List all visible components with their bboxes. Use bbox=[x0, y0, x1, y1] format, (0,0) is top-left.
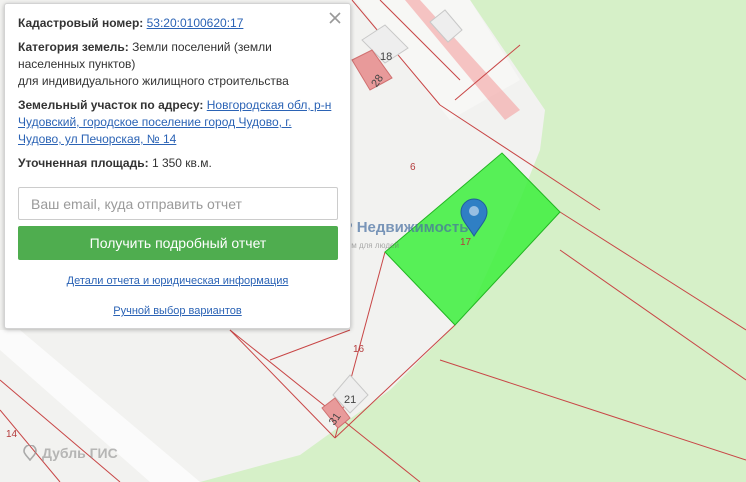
house-number-21: 21 bbox=[344, 394, 356, 406]
plot-number-6: 6 bbox=[410, 162, 416, 173]
area-label: Уточненная площадь: bbox=[18, 156, 149, 170]
plot-number-17: 17 bbox=[460, 237, 472, 248]
category-line-2: населенных пунктов) bbox=[18, 57, 136, 71]
map-provider-name: Дубль ГИС bbox=[42, 445, 118, 461]
area-value: 1 350 кв.м. bbox=[151, 156, 212, 170]
address-link-line-1[interactable]: Новгородская обл, р-н bbox=[207, 98, 332, 112]
address-link-line-2[interactable]: Чудовский, городское поселение город Чуд… bbox=[18, 115, 292, 129]
house-number-18: 18 bbox=[380, 51, 392, 63]
provider-marker-icon bbox=[23, 445, 37, 461]
close-icon[interactable] bbox=[327, 10, 343, 26]
cadastral-label: Кадастровый номер: bbox=[18, 16, 144, 30]
manual-selection-link[interactable]: Ручной выбор вариантов bbox=[113, 305, 241, 317]
email-input[interactable] bbox=[18, 187, 338, 220]
plot-number-16: 16 bbox=[353, 344, 365, 355]
category-line-1: Земли поселений (земли bbox=[132, 40, 272, 54]
manual-link-wrap: Ручной выбор вариантов bbox=[18, 303, 337, 320]
map-provider-logo: Дубль ГИС bbox=[22, 445, 118, 461]
get-report-button[interactable]: Получить подробный отчет bbox=[18, 226, 338, 260]
cadastral-number-link[interactable]: 53:20:0100620:17 bbox=[147, 16, 244, 30]
plot-number-14: 14 bbox=[6, 429, 18, 440]
cadastral-row: Кадастровый номер: 53:20:0100620:17 bbox=[18, 15, 337, 32]
details-link-wrap: Детали отчета и юридическая информация bbox=[18, 273, 337, 290]
category-label: Категория земель: bbox=[18, 40, 129, 54]
address-link-line-3[interactable]: Чудово, ул Печорская, № 14 bbox=[18, 132, 176, 146]
parcel-info-popup: Кадастровый номер: 53:20:0100620:17 Кате… bbox=[4, 3, 351, 329]
category-line-3: для индивидуального жилищного строительс… bbox=[18, 74, 289, 88]
address-label: Земельный участок по адресу: bbox=[18, 98, 204, 112]
address-row: Земельный участок по адресу: Новгородска… bbox=[18, 97, 337, 148]
area-row: Уточненная площадь: 1 350 кв.м. bbox=[18, 155, 337, 172]
report-details-link[interactable]: Детали отчета и юридическая информация bbox=[67, 275, 289, 287]
category-row: Категория земель: Земли поселений (земли… bbox=[18, 39, 337, 90]
